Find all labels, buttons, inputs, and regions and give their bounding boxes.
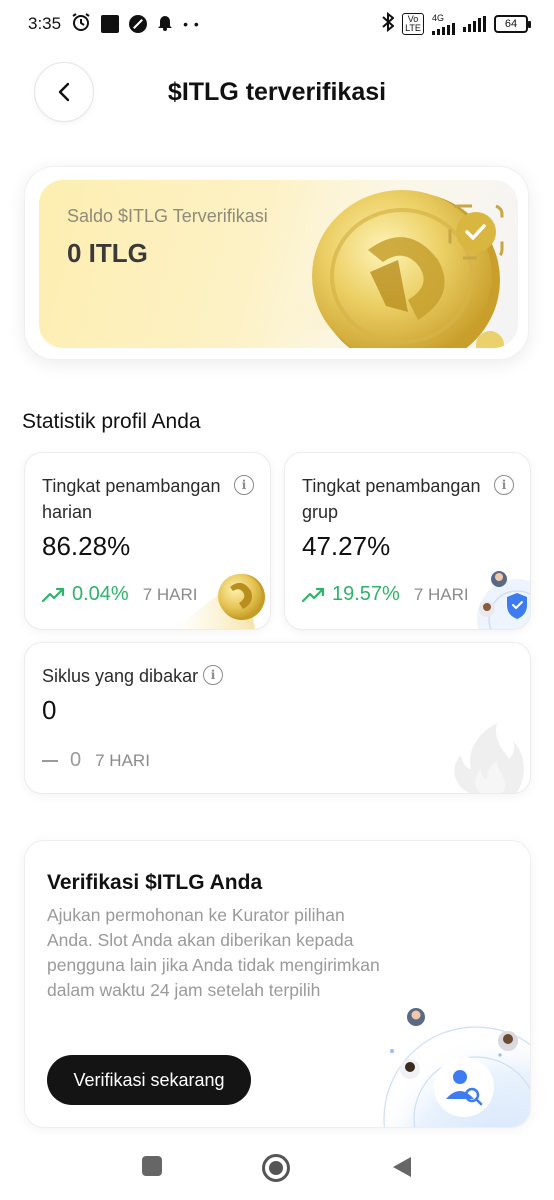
verify-description: Ajukan permohonan ke Kurator pilihan And… [47, 905, 380, 1000]
balance-label: Saldo $ITLG Terverifikasi [67, 206, 268, 226]
status-time: 3:35 [28, 14, 62, 33]
system-nav-bar [0, 1135, 554, 1200]
burned-trend-period: 7 HARI [95, 750, 150, 770]
battery-level: 64 [504, 18, 518, 30]
blocked-circle-icon [129, 15, 148, 33]
flame-icon [454, 723, 524, 793]
info-icon[interactable]: i [494, 475, 514, 495]
stats-section-title: Statistik profil Anda [22, 410, 201, 433]
home-button[interactable] [261, 1153, 291, 1188]
burned-cycles-label: Siklus yang dibakar [42, 666, 199, 686]
trending-up-icon [42, 587, 65, 602]
info-icon[interactable]: i [234, 475, 254, 495]
daily-trend-value: 0.04% [72, 583, 129, 605]
trending-up-icon [302, 587, 325, 602]
more-dots-icon: • • [183, 16, 200, 32]
signal-strength-icon [432, 22, 455, 35]
back-nav-button[interactable] [391, 1155, 413, 1184]
group-mining-label: Tingkat penambangan grup [302, 476, 481, 522]
page-header: $ITLG terverifikasi [0, 60, 554, 126]
curator-search-illustration [370, 1007, 530, 1127]
burned-cycles-card[interactable]: Siklus yang dibakar i 0 0 7 HARI [24, 642, 531, 794]
status-bar: 3:35 • • Vo LTE 4G 64 [0, 0, 554, 48]
balance-card: Saldo $ITLG Terverifikasi 0 ITLG [24, 166, 529, 360]
alarm-icon [71, 12, 91, 37]
recent-apps-button[interactable] [141, 1155, 163, 1182]
group-trend-value: 19.57% [332, 583, 400, 605]
info-icon[interactable]: i [203, 665, 223, 685]
triangle-back-icon [393, 1157, 411, 1177]
home-circle-icon [262, 1154, 290, 1182]
network-type-label: 4G [432, 12, 445, 23]
group-shield-illustration [477, 571, 530, 629]
verify-now-button[interactable]: Verifikasi sekarang [47, 1055, 251, 1105]
daily-mining-label: Tingkat penambangan harian [42, 476, 221, 522]
group-mining-trend: 19.57% 7 HARI [302, 583, 469, 606]
balance-card-inner: Saldo $ITLG Terverifikasi 0 ITLG [39, 180, 518, 348]
group-mining-value: 47.27% [302, 531, 391, 561]
gold-coin-icon [175, 573, 265, 629]
signal-strength-icon-2 [463, 16, 486, 32]
flat-trend-icon [42, 759, 58, 762]
verify-card: Verifikasi $ITLG Anda Ajukan permohonan … [24, 840, 531, 1128]
volte-badge: Vo LTE [402, 13, 424, 35]
daily-mining-card[interactable]: Tingkat penambangan harian i 86.28% 0.04… [24, 452, 271, 630]
balance-value: 0 ITLG [67, 238, 148, 268]
notification-bell-icon [157, 13, 173, 36]
burned-trend-value: 0 [70, 749, 82, 771]
page-title: $ITLG terverifikasi [167, 78, 387, 106]
daily-mining-value: 86.28% [42, 531, 131, 561]
gold-coin-illustration [268, 190, 504, 348]
burned-cycles-trend: 0 7 HARI [42, 749, 150, 772]
app-square-icon [101, 15, 120, 33]
group-trend-period: 7 HARI [413, 584, 469, 604]
battery-indicator: 64 [494, 15, 531, 33]
group-mining-card[interactable]: Tingkat penambangan grup i 47.27% 19.57%… [284, 452, 531, 630]
burned-cycles-value: 0 [42, 695, 57, 725]
square-icon [142, 1156, 162, 1176]
verify-title: Verifikasi $ITLG Anda [47, 871, 263, 894]
bluetooth-icon [382, 11, 395, 37]
